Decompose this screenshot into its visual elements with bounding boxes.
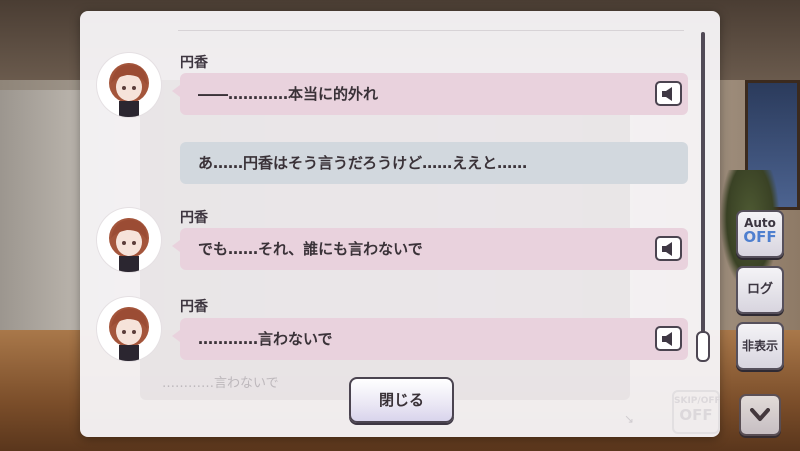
speaker-name: 円香 bbox=[180, 55, 208, 71]
voice-replay-button[interactable] bbox=[655, 81, 682, 106]
background-skip-box: SKIP/OFF OFF bbox=[672, 390, 721, 434]
close-button[interactable]: 閉じる bbox=[349, 377, 454, 423]
dialogue-text: でも……それ、誰にも言わないで bbox=[198, 240, 423, 258]
voice-replay-button[interactable] bbox=[655, 236, 682, 261]
speaker-name: 円香 bbox=[180, 299, 208, 315]
dialogue-bubble: ――…………本当に的外れ bbox=[172, 73, 688, 115]
dialogue-bubble: でも……それ、誰にも言わないで bbox=[172, 228, 688, 270]
background-skip-label: SKIP/OFF bbox=[674, 396, 721, 406]
speaker-icon bbox=[661, 86, 672, 101]
character-avatar bbox=[97, 53, 161, 117]
character-avatar bbox=[97, 208, 161, 272]
mirror bbox=[0, 90, 80, 350]
log-button[interactable]: ログ bbox=[736, 266, 784, 314]
narration-text: あ……円香はそう言うだろうけど……ええと…… bbox=[198, 154, 528, 172]
speaker-icon bbox=[661, 241, 672, 256]
background-skip-state: OFF bbox=[679, 406, 713, 424]
speaker-icon bbox=[661, 331, 672, 346]
dialogue-text: …………言わないで bbox=[198, 330, 333, 348]
next-arrow-icon: ↘ bbox=[624, 412, 635, 426]
menu-collapse-button[interactable] bbox=[739, 394, 781, 436]
dialogue-bubble: …………言わないで bbox=[172, 318, 688, 360]
log-scrollbar-thumb[interactable] bbox=[696, 331, 710, 362]
narration-bubble: あ……円香はそう言うだろうけど……ええと…… bbox=[180, 142, 688, 184]
log-top-divider bbox=[178, 30, 684, 31]
dialogue-text: ――…………本当に的外れ bbox=[198, 85, 379, 103]
chevron-down-icon bbox=[750, 408, 770, 421]
hide-ui-button[interactable]: 非表示 bbox=[736, 322, 784, 370]
speaker-name: 円香 bbox=[180, 210, 208, 226]
character-avatar bbox=[97, 297, 161, 361]
log-scrollbar[interactable] bbox=[701, 32, 705, 358]
background-message-text: …………言わないで bbox=[162, 376, 279, 391]
auto-button[interactable]: Auto OFF bbox=[736, 210, 784, 258]
voice-replay-button[interactable] bbox=[655, 326, 682, 351]
auto-state: OFF bbox=[743, 228, 777, 246]
